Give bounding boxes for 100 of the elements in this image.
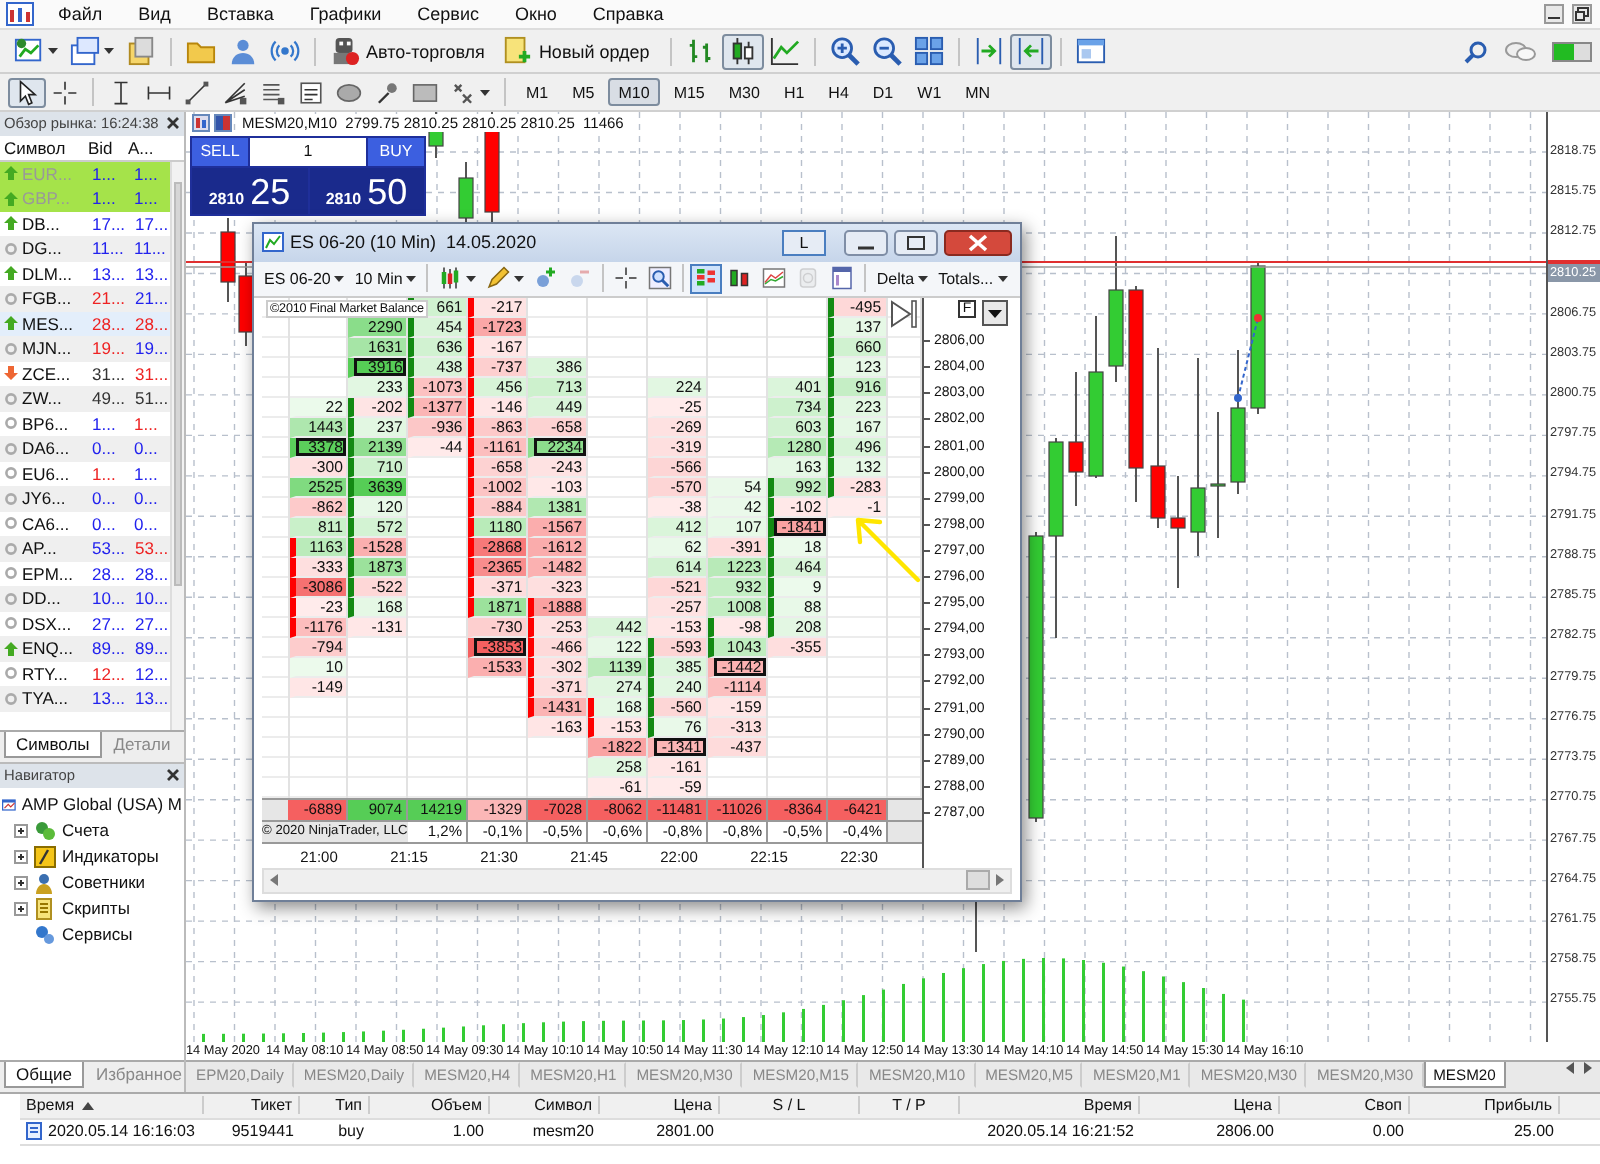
timeframe-button[interactable]: D1 [862,78,904,106]
lock-button[interactable]: L [782,229,826,256]
expand-icon[interactable] [14,875,28,890]
instrument-dropdown[interactable]: ES 06-20 [260,263,349,294]
tree-item[interactable]: AMP Global (USA) M [2,791,182,818]
cursor-tool[interactable] [8,77,46,107]
symbol-row[interactable]: GBP... 1... 1... [0,186,171,212]
menu-item[interactable]: Вставка [206,4,274,25]
tree-item[interactable]: Советники [2,869,182,896]
symbol-row[interactable]: CA6... 0... 0... [0,511,171,537]
symbol-row[interactable]: FGB... 21... 21... [0,286,171,312]
volume-field[interactable]: 1 [250,137,366,166]
autoscroll-button[interactable] [1009,33,1052,70]
symbol-row[interactable]: DA6... 0... 0... [0,436,171,462]
scroll-left-icon[interactable] [268,874,280,887]
panel-tab[interactable]: Общие [4,1061,84,1088]
column-header[interactable]: Время [20,1096,204,1115]
ask-price-box[interactable]: 2810 50 [309,167,424,214]
period-dropdown[interactable]: 10 Min [350,263,421,294]
buy-button[interactable]: BUY [368,137,424,166]
footprint-view-button[interactable] [690,263,723,294]
timeframe-button[interactable]: H1 [773,78,815,106]
menu-item[interactable]: Вид [138,4,171,25]
scroll-right-icon[interactable] [1582,1062,1594,1075]
symbol-row[interactable]: MES... 28... 28... [0,311,171,337]
restore-icon[interactable] [1572,4,1592,25]
symbol-row[interactable]: DLM... 13... 13... [0,261,171,287]
column-header[interactable]: Цена [1140,1096,1280,1115]
timeframe-button[interactable]: MN [955,78,1001,106]
symbol-row[interactable]: ENQ... 89... 89... [0,636,171,662]
column-header[interactable]: T / P [860,1096,960,1115]
column-header[interactable]: Прибыль [1410,1096,1560,1115]
column-header[interactable]: Тип [300,1096,370,1115]
symbol-row[interactable]: JY6... 0... 0... [0,486,171,512]
page-plus-button[interactable]: Новый ордер [496,33,662,70]
expand-icon[interactable] [14,849,28,864]
close-icon[interactable] [166,116,180,131]
symbol-row[interactable]: DB... 17... 17... [0,211,171,237]
menu-item[interactable]: Графики [309,4,382,25]
symbol-row[interactable]: TYA... 13... 13... [0,686,171,712]
symbol-row[interactable]: EU6... 1... 1... [0,461,171,487]
column-header[interactable]: Символ [0,137,84,158]
expand-icon[interactable] [14,823,28,838]
timeframe-button[interactable]: M1 [516,78,559,106]
totals-dropdown[interactable]: Totals... [934,263,1012,294]
scroll-thumb[interactable] [966,870,990,891]
timeframe-button[interactable]: M5 [562,78,605,106]
column-header[interactable]: S / L [720,1096,860,1115]
close-icon[interactable] [944,229,1012,256]
chat-icon[interactable] [1504,39,1536,64]
symbol-row[interactable]: EPM... 28... 28... [0,561,171,587]
column-header[interactable]: Своп [1280,1096,1410,1115]
chart-view-button[interactable] [758,263,791,294]
tree-item[interactable]: Скрипты [2,895,182,922]
maximize-icon[interactable] [894,229,938,256]
connection-status-icon[interactable] [1552,41,1592,62]
symbol-row[interactable]: EUR... 1... 1... [0,161,171,187]
indicator-dropdown[interactable]: Delta [872,263,933,294]
zoom-box-button[interactable] [644,263,677,294]
symbol-row[interactable]: DG... 11... 11... [0,236,171,262]
minimize-icon[interactable] [1544,4,1564,25]
column-header[interactable]: Символ [490,1096,600,1115]
minimize-icon[interactable] [844,229,888,256]
timeframe-button[interactable]: M15 [663,78,715,106]
bid-price-box[interactable]: 2810 25 [192,167,307,214]
position-row[interactable]: 2020.05.14 16:16:03 9519441 buy 1.00 mesm20 2801.00 2020.05.14 16:21:52 2806.00 0.00 25.00 [20,1119,1600,1146]
scrollbar[interactable] [170,161,184,730]
search-icon[interactable] [1464,39,1488,64]
close-icon[interactable] [166,768,180,783]
scroll-left-icon[interactable] [1564,1062,1576,1075]
panel-tab[interactable]: Символы [4,731,102,758]
symbol-row[interactable]: MJN... 19... 19... [0,336,171,362]
timeframe-button[interactable]: M10 [608,78,660,106]
sell-button[interactable]: SELL [192,137,248,166]
scrollbar[interactable] [262,868,1012,894]
column-header[interactable]: Цена [600,1096,720,1115]
expand-icon[interactable] [14,901,28,916]
symbol-row[interactable]: RTY... 12... 12... [0,661,171,687]
symbol-row[interactable]: ZCE... 31... 31... [0,361,171,387]
menu-item[interactable]: Окно [515,4,557,25]
menu-item[interactable]: Сервис [417,4,479,25]
column-header[interactable]: A... [124,137,164,158]
robot-button[interactable]: Авто-торговля [324,33,497,70]
column-header[interactable]: Bid [84,137,124,158]
symbol-row[interactable]: ZW... 49... 51... [0,386,171,412]
menu-item[interactable]: Справка [592,4,664,25]
dropdown-button[interactable] [982,300,1008,327]
symbol-row[interactable]: AP... 53... 53... [0,536,171,562]
tree-item[interactable]: Сервисы [2,921,182,948]
symbol-row[interactable]: DSX... 27... 27... [0,611,171,637]
menu-item[interactable]: Файл [58,4,103,25]
timeframe-button[interactable]: W1 [907,78,952,106]
symbol-row[interactable]: BP6... 1... 1... [0,411,171,437]
scroll-right-icon[interactable] [994,874,1006,887]
tree-item[interactable]: Индикаторы [2,843,182,870]
timeframe-button[interactable]: H4 [818,78,859,106]
column-header[interactable]: Время [960,1096,1140,1115]
timeframe-button[interactable]: M30 [718,78,770,106]
column-header[interactable]: Тикет [204,1096,300,1115]
symbol-row[interactable]: DD... 10... 10... [0,586,171,612]
